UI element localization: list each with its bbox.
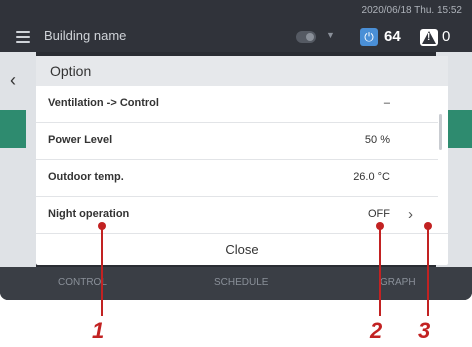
callout-3-line (427, 226, 429, 316)
callout-3-label: 3 (418, 318, 431, 343)
background-accent-right (446, 110, 472, 148)
background-accent-left (0, 110, 26, 148)
option-label: Ventilation -> Control (48, 97, 159, 109)
toggle-switch[interactable] (296, 31, 316, 43)
chevron-right-icon[interactable]: › (408, 206, 424, 223)
option-dialog: Option Ventilation -> Control – Power Le… (36, 56, 448, 265)
warning-count: 0 (442, 28, 451, 45)
scrollbar[interactable] (439, 114, 442, 150)
dialog-title: Option (50, 63, 92, 79)
option-list: Ventilation -> Control – Power Level 50 … (36, 86, 438, 234)
option-value: OFF (368, 208, 390, 220)
warning-icon (420, 29, 438, 46)
power-icon: ⏻ (360, 28, 378, 46)
device-screen: Building name 2020/06/18 Thu. 15:52 ▼ ⏻ … (0, 0, 472, 300)
option-value: 50 % (364, 134, 390, 146)
datetime: 2020/06/18 Thu. 15:52 (361, 5, 462, 16)
callout-2-label: 2 (370, 318, 383, 343)
back-arrow-icon[interactable]: ‹ (10, 70, 16, 91)
power-count: 64 (384, 28, 401, 45)
option-value: 26.0 °C (353, 171, 390, 183)
tab-control[interactable]: CONTROL (58, 277, 107, 288)
tab-schedule[interactable]: SCHEDULE (214, 277, 268, 288)
building-name: Building name (44, 28, 127, 43)
option-label: Power Level (48, 134, 113, 146)
callout-1-line (101, 226, 103, 316)
dialog-header: Option (36, 56, 448, 86)
callout-1-label: 1 (92, 318, 105, 343)
option-label: Outdoor temp. (48, 171, 124, 183)
option-row: Ventilation -> Control – (36, 86, 438, 123)
dropdown-caret-icon[interactable]: ▼ (326, 30, 335, 40)
top-bar: Building name 2020/06/18 Thu. 15:52 ▼ ⏻ … (0, 0, 472, 52)
background-panel-left (0, 52, 36, 267)
menu-icon[interactable] (16, 31, 30, 43)
option-row: Outdoor temp. 26.0 °C (36, 160, 438, 197)
callout-2-line (379, 226, 381, 316)
tab-graph[interactable]: GRAPH (380, 277, 416, 288)
option-value: – (383, 97, 390, 109)
option-label: Night operation (48, 208, 130, 220)
close-button[interactable]: Close (36, 233, 448, 266)
option-row: Power Level 50 % (36, 123, 438, 160)
